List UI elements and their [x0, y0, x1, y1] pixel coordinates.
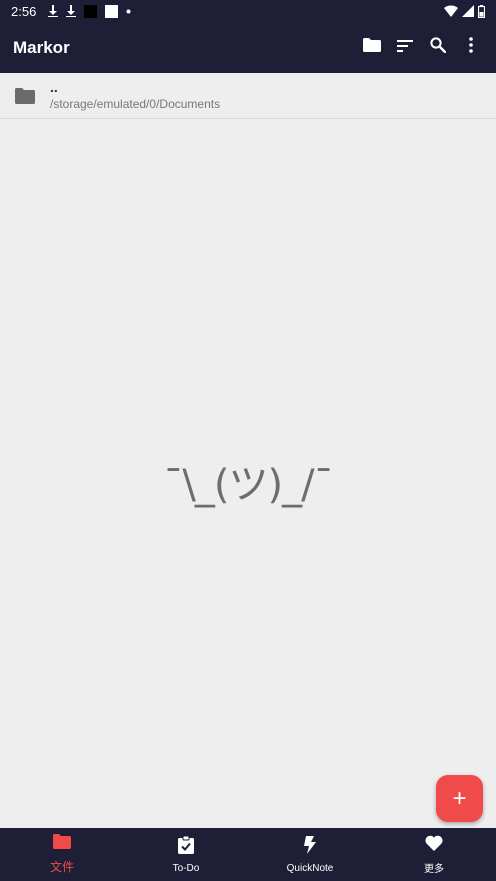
status-left: 2:56 — [11, 4, 131, 19]
search-icon — [429, 37, 446, 58]
folder-icon — [0, 87, 50, 104]
empty-state-shrug: ¯\_(ツ)_/¯ — [163, 462, 333, 508]
bottom-nav: 文件 To-Do QuickNote 更多 — [0, 828, 496, 881]
parent-folder-row[interactable]: .. /storage/emulated/0/Documents — [0, 73, 496, 119]
nav-label: QuickNote — [286, 862, 334, 874]
open-folder-button[interactable] — [355, 28, 388, 68]
nav-label: To-Do — [172, 862, 200, 874]
download-icon — [48, 5, 59, 17]
sort-button[interactable] — [388, 28, 421, 68]
status-right — [444, 4, 485, 18]
nav-item-todo[interactable]: To-Do — [124, 828, 248, 881]
nav-item-quicknote[interactable]: QuickNote — [248, 828, 372, 881]
black-square-icon — [84, 4, 98, 18]
more-vert-icon — [468, 37, 473, 58]
add-button[interactable]: + — [436, 775, 483, 822]
folder-texts: .. /storage/emulated/0/Documents — [50, 80, 220, 111]
dot-icon — [126, 9, 131, 14]
status-time: 2:56 — [11, 3, 37, 19]
folder-icon — [362, 38, 381, 57]
folder-path: /storage/emulated/0/Documents — [50, 97, 221, 111]
heart-icon — [425, 835, 443, 854]
app-title: Markor — [13, 37, 70, 57]
bolt-icon — [304, 835, 316, 857]
sort-icon — [396, 39, 413, 57]
wifi-icon — [444, 5, 458, 17]
folder-name: .. — [50, 79, 58, 95]
more-options-button[interactable] — [454, 28, 487, 68]
app-actions — [355, 28, 496, 68]
status-bar: 2:56 — [0, 0, 496, 22]
nav-item-files[interactable]: 文件 — [0, 828, 124, 881]
plus-icon: + — [452, 784, 467, 812]
search-button[interactable] — [421, 28, 454, 68]
battery-icon — [478, 4, 485, 18]
clipboard-check-icon — [178, 835, 194, 857]
signal-icon — [462, 5, 474, 17]
nav-item-more[interactable]: 更多 — [372, 828, 496, 881]
white-square-icon — [105, 4, 119, 18]
nav-label: 文件 — [49, 860, 74, 874]
folder-icon — [53, 834, 71, 852]
app-bar: Markor — [0, 22, 496, 73]
download-icon — [66, 5, 77, 17]
nav-label: 更多 — [424, 863, 444, 875]
